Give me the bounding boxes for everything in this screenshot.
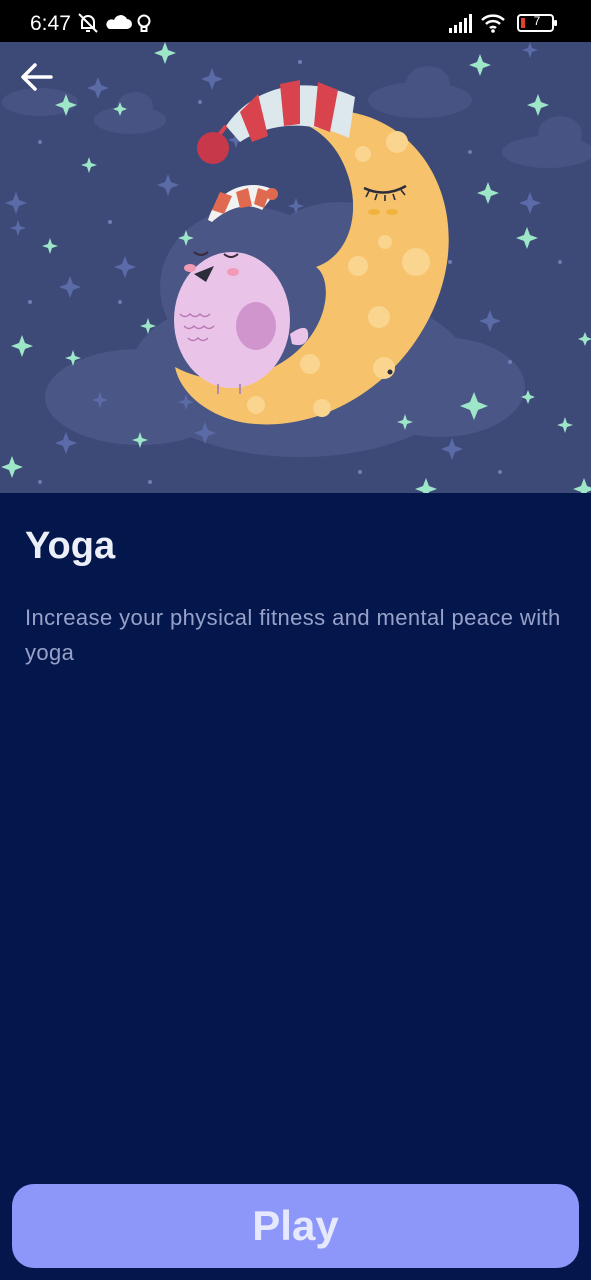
play-button[interactable]: Play [12, 1184, 579, 1268]
signal-bars-icon [449, 14, 472, 33]
status-bar: 6:47 7 [0, 0, 591, 42]
cloud-icon [106, 15, 132, 29]
lightbulb-icon [137, 14, 151, 32]
battery-level: 7 [533, 14, 541, 28]
back-button[interactable] [16, 56, 58, 98]
page-description: Increase your physical fitness and menta… [25, 605, 561, 665]
sleeping-moon-bird-image [0, 42, 591, 493]
page-title: Yoga [25, 525, 116, 567]
hero-illustration [0, 42, 591, 493]
muted-bell-icon [78, 13, 98, 33]
arrow-left-icon [21, 63, 53, 91]
app-screen: 6:47 7 Yoga Increase your physical fitne… [0, 0, 591, 1280]
wifi-icon [481, 14, 505, 30]
status-left-icons [78, 13, 151, 33]
status-time: 6:47 [30, 12, 71, 35]
